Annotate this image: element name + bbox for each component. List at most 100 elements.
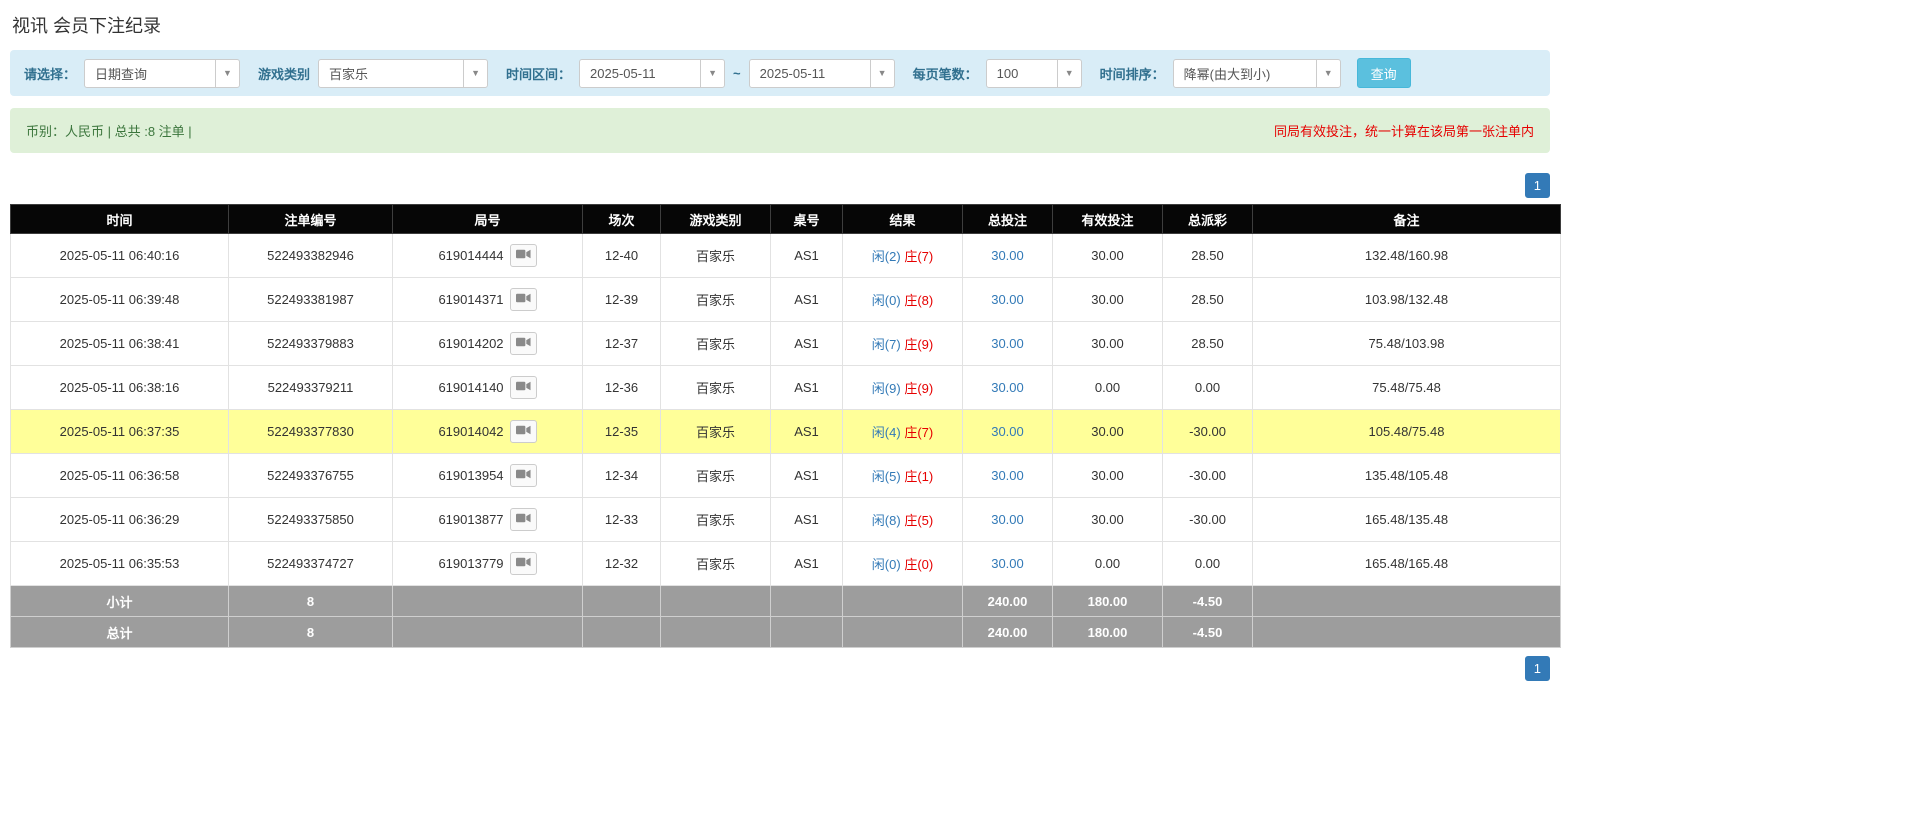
time-cell: 2025-05-11 06:40:16 [11, 234, 229, 278]
payout-cell: 0.00 [1163, 366, 1253, 410]
round-id-inner: 619013779 [397, 552, 578, 575]
payout-cell: -30.00 [1163, 410, 1253, 454]
chevron-down-icon: ▼ [700, 60, 724, 87]
sort-order-select[interactable]: 降幂(由大到小) ▼ [1173, 59, 1341, 88]
game-video-button[interactable] [510, 420, 537, 443]
valid-bet-cell: 0.00 [1053, 366, 1163, 410]
total-bet-link[interactable]: 30.00 [991, 248, 1024, 263]
game-type-cell: 百家乐 [661, 234, 771, 278]
table-no-cell: AS1 [771, 234, 843, 278]
round-id-cell: 619014202 [393, 322, 583, 366]
result-cell: 闲(0) 庄(0) [843, 542, 963, 586]
select-filter-label: 请选择： [24, 64, 76, 83]
currency-total-text: 币别：人民币 | 总共 :8 注单 | [26, 121, 192, 140]
round-id-cell: 619013954 [393, 454, 583, 498]
column-header: 总投注 [963, 205, 1053, 234]
game-type-cell: 百家乐 [661, 498, 771, 542]
time-cell: 2025-05-11 06:35:53 [11, 542, 229, 586]
table-row: 2025-05-11 06:35:53522493374727619013779… [11, 542, 1561, 586]
game-type-select[interactable]: 百家乐 ▼ [318, 59, 488, 88]
date-from-select[interactable]: 2025-05-11 ▼ [579, 59, 725, 88]
time-cell: 2025-05-11 06:37:35 [11, 410, 229, 454]
column-header: 桌号 [771, 205, 843, 234]
round-id-inner: 619014202 [397, 332, 578, 355]
total-bet-link[interactable]: 30.00 [991, 468, 1024, 483]
summary-empty-cell [393, 617, 583, 648]
round-id-cell: 619014140 [393, 366, 583, 410]
summary-label-cell: 小计 [11, 586, 229, 617]
round-id-inner: 619014444 [397, 244, 578, 267]
player-result: 闲(0) [872, 293, 901, 308]
player-result: 闲(8) [872, 513, 901, 528]
date-to-select[interactable]: 2025-05-11 ▼ [749, 59, 895, 88]
query-type-select[interactable]: 日期查询 ▼ [84, 59, 240, 88]
summary-empty-cell [583, 617, 661, 648]
video-icon [516, 380, 531, 395]
page-title: 视讯 会员下注纪录 [12, 12, 1550, 38]
pagination-top: 1 [10, 173, 1550, 198]
total-bet-cell: 30.00 [963, 410, 1053, 454]
search-button[interactable]: 查询 [1357, 58, 1411, 88]
bet-id-cell: 522493382946 [229, 234, 393, 278]
page-size-select[interactable]: 100 ▼ [986, 59, 1082, 88]
summary-total-bet-cell: 240.00 [963, 586, 1053, 617]
game-type-cell: 百家乐 [661, 366, 771, 410]
total-bet-link[interactable]: 30.00 [991, 512, 1024, 527]
game-video-button[interactable] [510, 376, 537, 399]
valid-bet-cell: 30.00 [1053, 278, 1163, 322]
player-result: 闲(7) [872, 337, 901, 352]
result-cell: 闲(4) 庄(7) [843, 410, 963, 454]
summary-row: 总计8240.00180.00-4.50 [11, 617, 1561, 648]
total-bet-link[interactable]: 30.00 [991, 424, 1024, 439]
round-id-cell: 619014444 [393, 234, 583, 278]
game-video-button[interactable] [510, 552, 537, 575]
game-type-value: 百家乐 [319, 64, 463, 83]
player-result: 闲(4) [872, 425, 901, 440]
video-icon [516, 556, 531, 571]
player-result: 闲(0) [872, 557, 901, 572]
time-cell: 2025-05-11 06:36:29 [11, 498, 229, 542]
round-id-text: 619014042 [438, 424, 503, 439]
page-number-button[interactable]: 1 [1525, 173, 1550, 198]
remark-cell: 135.48/105.48 [1253, 454, 1561, 498]
game-video-button[interactable] [510, 288, 537, 311]
game-type-label: 游戏类别 [258, 64, 310, 83]
summary-count-cell: 8 [229, 617, 393, 648]
game-video-button[interactable] [510, 244, 537, 267]
payout-cell: 28.50 [1163, 278, 1253, 322]
game-video-button[interactable] [510, 464, 537, 487]
date-from-value: 2025-05-11 [580, 66, 700, 81]
video-icon [516, 248, 531, 263]
valid-bet-cell: 30.00 [1053, 410, 1163, 454]
table-row: 2025-05-11 06:39:48522493381987619014371… [11, 278, 1561, 322]
total-bet-link[interactable]: 30.00 [991, 380, 1024, 395]
table-no-cell: AS1 [771, 542, 843, 586]
remark-cell: 132.48/160.98 [1253, 234, 1561, 278]
video-icon [516, 336, 531, 351]
total-bet-cell: 30.00 [963, 454, 1053, 498]
page-number-button[interactable]: 1 [1525, 656, 1550, 681]
summary-label-cell: 总计 [11, 617, 229, 648]
total-bet-link[interactable]: 30.00 [991, 292, 1024, 307]
game-video-button[interactable] [510, 332, 537, 355]
total-bet-link[interactable]: 30.00 [991, 556, 1024, 571]
column-header: 游戏类别 [661, 205, 771, 234]
remark-cell: 165.48/165.48 [1253, 542, 1561, 586]
chevron-down-icon: ▼ [215, 60, 239, 87]
summary-empty-cell [771, 586, 843, 617]
valid-bet-cell: 30.00 [1053, 234, 1163, 278]
remark-cell: 103.98/132.48 [1253, 278, 1561, 322]
table-row: 2025-05-11 06:40:16522493382946619014444… [11, 234, 1561, 278]
table-no-cell: AS1 [771, 278, 843, 322]
total-bet-link[interactable]: 30.00 [991, 336, 1024, 351]
game-video-button[interactable] [510, 508, 537, 531]
player-result: 闲(2) [872, 249, 901, 264]
banker-result: 庄(0) [904, 557, 933, 572]
bet-id-cell: 522493374727 [229, 542, 393, 586]
round-id-inner: 619014140 [397, 376, 578, 399]
bet-id-cell: 522493381987 [229, 278, 393, 322]
total-bet-cell: 30.00 [963, 498, 1053, 542]
total-bet-cell: 30.00 [963, 542, 1053, 586]
payout-cell: -30.00 [1163, 498, 1253, 542]
table-row: 2025-05-11 06:37:35522493377830619014042… [11, 410, 1561, 454]
